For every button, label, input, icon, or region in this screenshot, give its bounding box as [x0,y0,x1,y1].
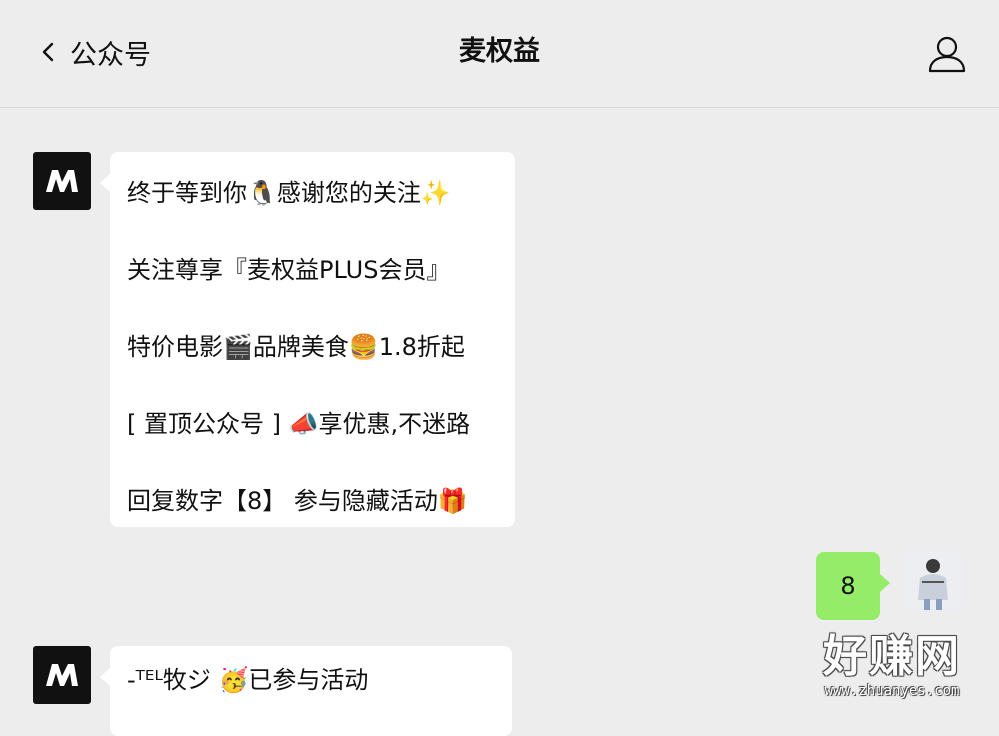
message-line: 特价电影🎬品牌美食🍔1.8折起 [127,333,465,361]
message-line: -ᵀᴱᴸ牧ジ 🥳已参与活动 [127,666,369,694]
message-line: 终于等到你🐧感谢您的关注✨ [127,179,451,207]
watermark-url: www.zhuanyes.com [824,683,960,699]
brand-avatar[interactable] [33,152,91,210]
message-line: [ 置顶公众号 ] 📣享优惠,不迷路 [127,410,471,438]
brand-logo-icon [46,170,78,192]
message-bubble-incoming[interactable]: -ᵀᴱᴸ牧ジ 🥳已参与活动 [100,646,512,736]
message-bubble-outgoing[interactable]: 8 [816,552,890,620]
message-text: 8 [840,572,856,600]
site-watermark: 好赚网 www.zhuanyes.com [792,632,992,702]
page-title: 麦权益 [459,36,540,67]
message-line: 回复数字【8】 参与隐藏活动🎁 [127,487,468,515]
watermark-title: 好赚网 [823,631,961,682]
brand-avatar[interactable] [33,646,91,704]
profile-button[interactable] [926,33,968,75]
profile-icon [928,36,966,73]
user-photo [904,552,962,610]
message-line: 关注尊享『麦权益PLUS会员』 [127,256,451,284]
top-bar: 公众号 麦权益 [0,0,999,108]
brand-logo-icon [46,664,78,686]
user-avatar[interactable] [904,552,962,610]
message-bubble-incoming[interactable]: 终于等到你🐧感谢您的关注✨ 关注尊享『麦权益PLUS会员』 特价电影🎬品牌美食🍔… [100,152,515,527]
